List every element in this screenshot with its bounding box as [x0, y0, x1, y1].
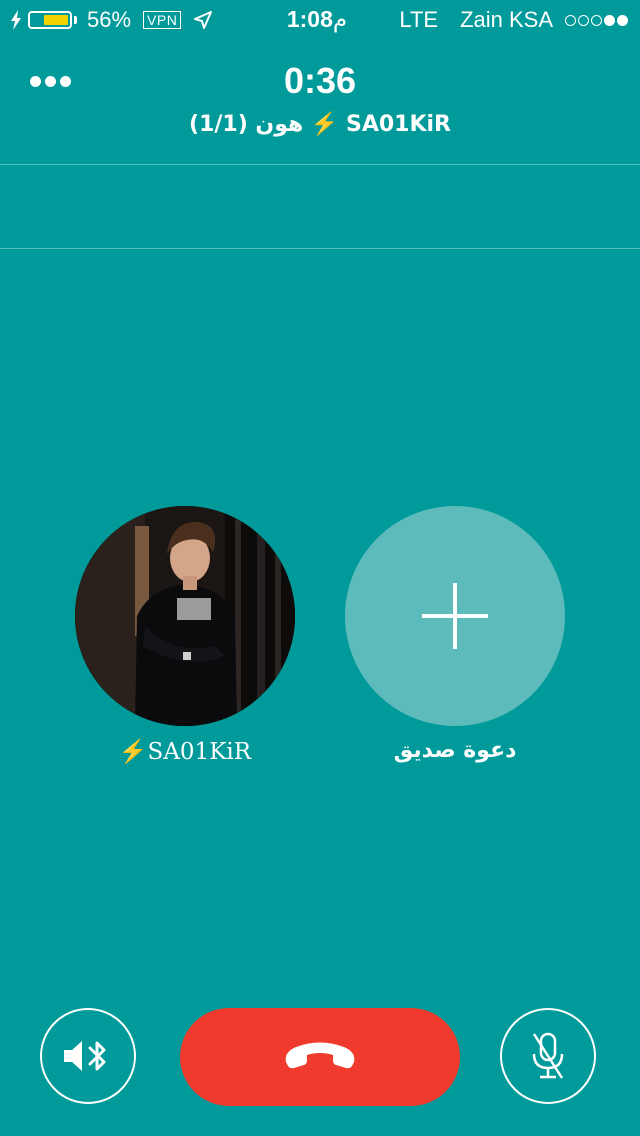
participant-avatar[interactable]: [75, 506, 295, 726]
end-call-button[interactable]: [180, 1008, 460, 1106]
participant-name: ⚡️SA01KiR: [118, 739, 252, 765]
plus-icon: [422, 583, 488, 649]
speaker-bluetooth-icon: [64, 1041, 106, 1071]
divider: [0, 248, 640, 249]
profile-photo: [75, 506, 295, 726]
signal-strength-icon: [563, 14, 628, 26]
network-type: LTE: [399, 7, 439, 32]
carrier-name: Zain KSA: [460, 7, 553, 32]
divider: [0, 164, 640, 165]
call-subtitle: SA01KiR ⚡️ هون (1/1): [189, 112, 451, 137]
phone-hangup-icon: [285, 1042, 355, 1069]
mic-muted-icon: [532, 1032, 564, 1079]
status-bar-right: LTE Zain KSA: [399, 7, 628, 32]
status-bar: 56% VPN م1:08 LTE Zain KSA: [0, 0, 640, 40]
mute-toggle-button[interactable]: [500, 1008, 596, 1104]
invite-friend-button[interactable]: [345, 506, 565, 726]
invite-friend-label: دعوة صديق: [393, 738, 517, 763]
speaker-toggle-button[interactable]: [40, 1008, 136, 1104]
call-duration: 0:36: [283, 60, 357, 101]
